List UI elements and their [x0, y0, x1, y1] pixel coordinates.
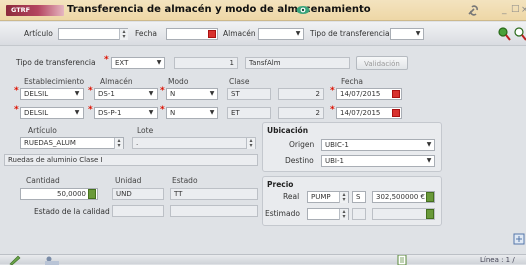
col-establecimiento: Establecimiento	[24, 77, 85, 86]
lote-spinner-icon[interactable]: ▴ ▾	[246, 138, 255, 149]
unidad-value: UND	[112, 188, 164, 200]
required-marker: *	[14, 105, 19, 115]
search-icon[interactable]	[497, 26, 511, 41]
ubicacion-title: Ubicación	[267, 126, 309, 135]
row1-almacen-chevron-down-icon[interactable]: ▼	[146, 89, 156, 99]
real-calculator-icon[interactable]	[426, 192, 434, 202]
precio-panel: Precio Real PUMP ▴ ▾ S 302,500000 € Estim…	[262, 176, 442, 226]
estado-label: Estado	[172, 176, 198, 185]
module-tag: GTRF	[6, 5, 64, 16]
filter-articulo-spinner-icon[interactable]: ▴ ▾	[119, 29, 128, 40]
row2-number: 2	[278, 107, 324, 119]
eye-icon[interactable]	[296, 3, 310, 17]
required-marker: *	[330, 105, 335, 115]
row1-number: 2	[278, 88, 324, 100]
calidad-value	[112, 205, 164, 217]
precio-title: Precio	[267, 180, 294, 189]
estimado-calculator-icon[interactable]	[426, 209, 434, 219]
col-almacen: Almacén	[100, 77, 133, 86]
destino-label: Destino	[285, 156, 314, 165]
required-marker: *	[88, 86, 93, 96]
filter-bar: Artículo ▴ ▾ Fecha Almacén ▼ Tipo de tran…	[0, 22, 526, 46]
row2-clase: ET	[227, 107, 271, 119]
estado-value: TT	[170, 188, 258, 200]
required-marker: *	[160, 105, 165, 115]
lote-input[interactable]: .	[132, 137, 256, 149]
real-label: Real	[283, 192, 300, 201]
tipo-transferencia-label: Tipo de transferencia	[16, 58, 96, 67]
transfer-description[interactable]: TansfAlm	[245, 57, 350, 69]
origen-select[interactable]: UBIC-1	[321, 139, 435, 151]
calidad-description	[170, 205, 258, 217]
col-clase: Clase	[229, 77, 250, 86]
row2-almacen-chevron-down-icon[interactable]: ▼	[146, 108, 156, 118]
destino-chevron-down-icon[interactable]: ▼	[424, 156, 434, 166]
ubicacion-panel: Ubicación Origen UBIC-1 ▼ Destino UBI-1 …	[262, 122, 442, 172]
validacion-button[interactable]: Validación	[356, 56, 408, 70]
minimize-icon[interactable]: _	[502, 5, 507, 15]
expand-icon[interactable]	[513, 233, 525, 245]
row1-clase: ST	[227, 88, 271, 100]
required-marker: *	[104, 55, 109, 65]
line-indicator: Línea : 1 /	[480, 256, 515, 264]
row2-fecha-calendar-icon[interactable]	[392, 109, 400, 117]
required-marker: *	[14, 86, 19, 96]
maximize-icon[interactable]: □	[511, 4, 520, 14]
calculator-icon[interactable]	[88, 189, 96, 199]
filter-fecha-calendar-icon[interactable]	[208, 30, 216, 38]
required-marker: *	[160, 86, 165, 96]
col-fecha: Fecha	[341, 77, 363, 86]
filter-articulo-label: Artículo	[24, 29, 53, 38]
real-method-spinner-icon[interactable]: ▴ ▾	[339, 192, 348, 203]
close-icon[interactable]: ×	[521, 5, 526, 15]
search-clear-icon[interactable]	[513, 26, 526, 41]
filter-articulo-input[interactable]	[58, 28, 128, 40]
row2-modo-chevron-down-icon[interactable]: ▼	[207, 108, 217, 118]
lote-label: Lote	[137, 126, 154, 135]
status-bar: Línea : 1 /	[0, 254, 526, 265]
filter-tipo-chevron-down-icon[interactable]: ▼	[413, 29, 423, 39]
estimado-code-input[interactable]	[352, 208, 366, 220]
cantidad-input[interactable]: 50,0000	[20, 188, 98, 200]
destino-select[interactable]: UBI-1	[321, 155, 435, 167]
window-title: Transferencia de almacén y modo de almac…	[67, 4, 371, 15]
unidad-label: Unidad	[115, 176, 142, 185]
row1-fecha-calendar-icon[interactable]	[392, 90, 400, 98]
row1-modo-chevron-down-icon[interactable]: ▼	[207, 89, 217, 99]
cantidad-label: Cantidad	[26, 176, 60, 185]
articulo-spinner-icon[interactable]: ▴ ▾	[114, 138, 123, 149]
origen-chevron-down-icon[interactable]: ▼	[424, 140, 434, 150]
calidad-label: Estado de la calidad	[34, 207, 110, 216]
articulo-label: Artículo	[28, 126, 57, 135]
origen-label: Origen	[289, 140, 315, 149]
estimado-method-spinner-icon[interactable]: ▴ ▾	[339, 209, 348, 220]
real-code-input[interactable]: S	[352, 191, 366, 203]
estimado-label: Estimado	[265, 209, 300, 218]
required-marker: *	[88, 105, 93, 115]
article-description: Ruedas de aluminio Clase I	[4, 154, 258, 166]
tipo-transferencia-chevron-down-icon[interactable]: ▼	[154, 58, 164, 68]
col-modo: Modo	[168, 77, 189, 86]
row1-establecimiento-chevron-down-icon[interactable]: ▼	[72, 89, 82, 99]
transfer-number: 1	[174, 57, 238, 69]
filter-tipo-label: Tipo de transferencia	[310, 29, 390, 38]
articulo-input[interactable]: RUEDAS_ALUM	[20, 137, 124, 149]
title-bar: GTRF Transferencia de almacén y modo de …	[0, 0, 526, 21]
link-icon[interactable]	[466, 3, 482, 18]
row2-establecimiento-chevron-down-icon[interactable]: ▼	[72, 108, 82, 118]
filter-almacen-chevron-down-icon[interactable]: ▼	[293, 29, 303, 39]
required-marker: *	[330, 86, 335, 96]
filter-almacen-label: Almacén	[223, 29, 256, 38]
filter-fecha-label: Fecha	[135, 29, 157, 38]
